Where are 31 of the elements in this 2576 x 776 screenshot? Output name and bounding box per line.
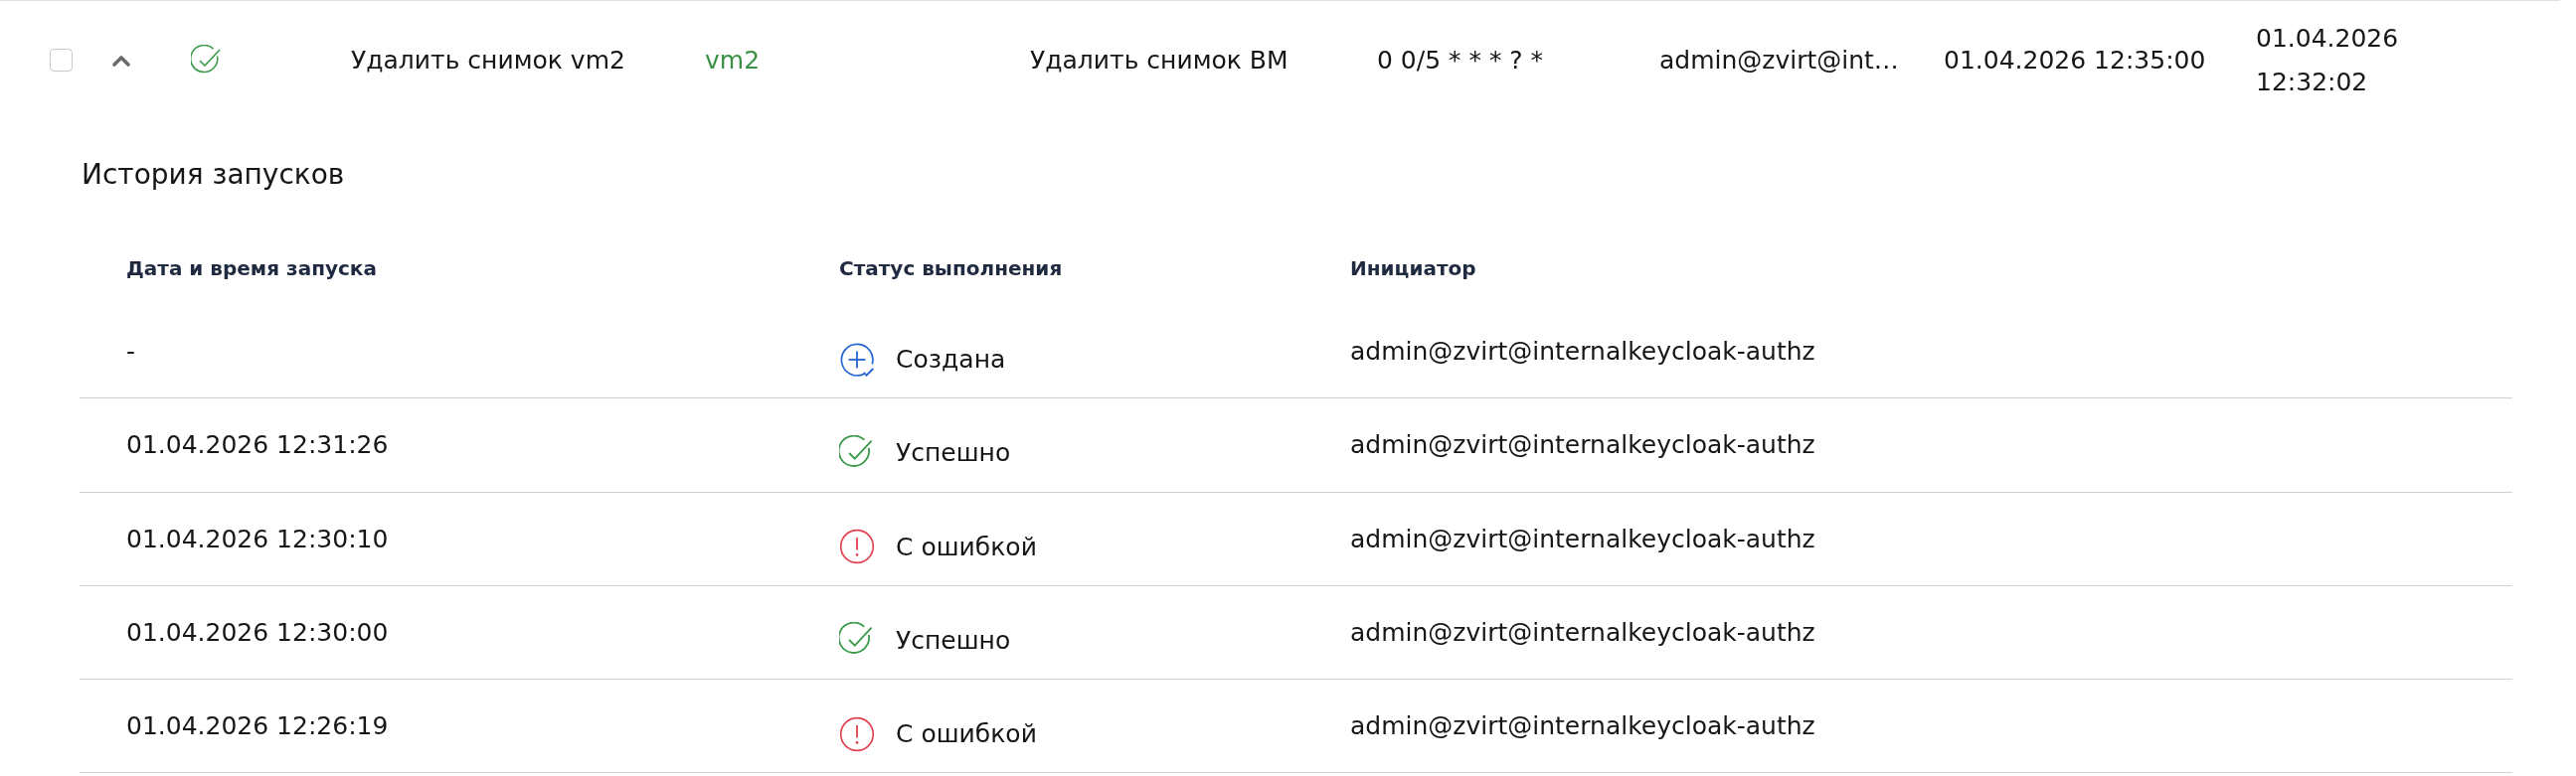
section-title: История запусков: [82, 157, 345, 193]
initiator: admin@zvirt@internalkeycloak-authz: [1350, 524, 1815, 553]
launch-date: 01.04.2026 12:30:00: [126, 617, 389, 647]
table-cell: 01.04.2026 12:32:02: [2256, 23, 2399, 96]
exclamation-circle-icon: [839, 715, 875, 752]
table-cell: 01.04.2026 12:35:00: [1944, 45, 2206, 75]
status-label: С ошибкой: [896, 532, 1037, 561]
exclamation-circle-icon: [839, 529, 875, 565]
table-cell: 0 0/5 * * * ? *: [1377, 45, 1544, 75]
table-cell: admin@zvirt@int…: [1659, 45, 1899, 75]
column-header: Дата и время запуска: [126, 256, 377, 280]
status-label: Успешно: [896, 625, 1011, 655]
vm-link[interactable]: vm2: [705, 38, 761, 82]
checkbox[interactable]: [50, 49, 73, 72]
status-label: Успешно: [896, 438, 1011, 468]
launch-date: -: [126, 337, 136, 367]
initiator: admin@zvirt@internalkeycloak-authz: [1350, 337, 1815, 367]
status-label: С ошибкой: [896, 719, 1037, 749]
plus-circle-icon: [839, 341, 875, 378]
column-header: Статус выполнения: [839, 256, 1063, 280]
table-cell: Удалить снимок vm2: [351, 45, 625, 75]
column-header: Инициатор: [1350, 256, 1476, 280]
initiator: admin@zvirt@internalkeycloak-authz: [1350, 617, 1815, 647]
initiator: admin@zvirt@internalkeycloak-authz: [1350, 711, 1815, 741]
chevron-up-icon[interactable]: [110, 53, 132, 68]
launch-date: 01.04.2026 12:30:10: [126, 524, 389, 553]
table-cell: Удалить снимок ВМ: [1030, 45, 1288, 75]
initiator: admin@zvirt@internalkeycloak-authz: [1350, 430, 1815, 460]
launch-date: 01.04.2026 12:31:26: [126, 430, 389, 460]
status-label: Создана: [896, 345, 1006, 375]
launch-date: 01.04.2026 12:26:19: [126, 711, 389, 741]
